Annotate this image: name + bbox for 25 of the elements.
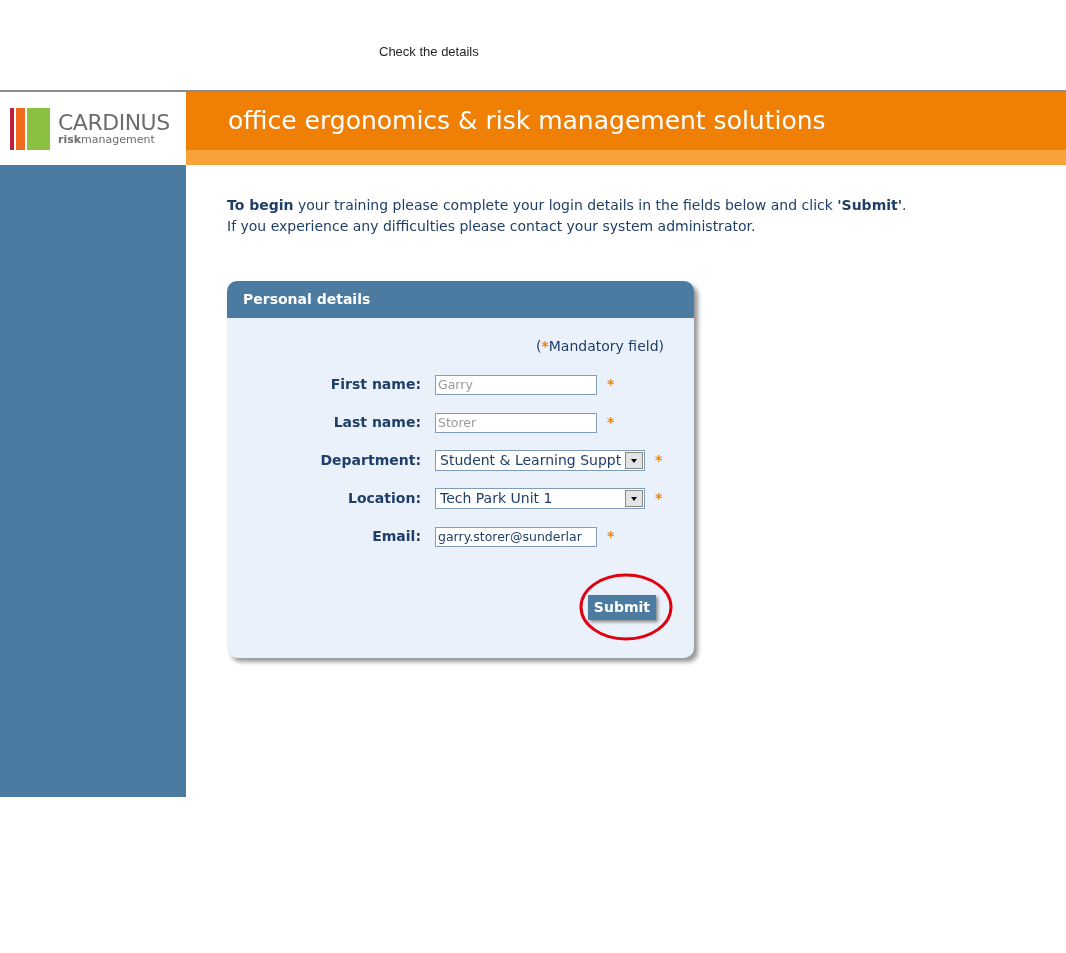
logo-bars-icon — [10, 107, 50, 150]
required-marker: * — [655, 489, 663, 508]
field-label: Location: — [348, 490, 421, 506]
submit-button[interactable]: Submit — [587, 595, 656, 620]
dropdown-arrow-icon — [631, 458, 637, 463]
field-label: First name: — [330, 376, 421, 392]
intro-text: If you experience any difficulties please contact your system administrator. — [227, 217, 757, 236]
field-label: Last name: — [333, 414, 421, 430]
logo-name: CARDINUS — [58, 112, 170, 134]
field-label: Department: — [320, 452, 421, 468]
dropdown-arrow-icon — [631, 496, 637, 501]
banner-title: office ergonomics & risk management solutions — [228, 106, 826, 135]
mandatory-note: (*Mandatory field) — [536, 338, 664, 354]
dropdown-field[interactable]: Student & Learning Suppt — [435, 450, 645, 471]
field-label: Email: — [372, 528, 421, 544]
required-marker: * — [607, 375, 615, 394]
dropdown-field[interactable]: Tech Park Unit 1 — [435, 488, 645, 509]
panel-title: Personal details — [227, 281, 694, 318]
required-marker: * — [607, 413, 615, 432]
caption-text: Check the details — [379, 44, 479, 59]
required-marker: * — [655, 451, 663, 470]
required-marker: * — [607, 527, 615, 546]
logo-tagline: riskmanagement — [58, 134, 156, 145]
intro-text: To begin your training please complete your login details in the fields below and click 'Submit'. — [227, 196, 907, 215]
input-field[interactable]: garry.storer@sunderlar — [435, 526, 597, 547]
